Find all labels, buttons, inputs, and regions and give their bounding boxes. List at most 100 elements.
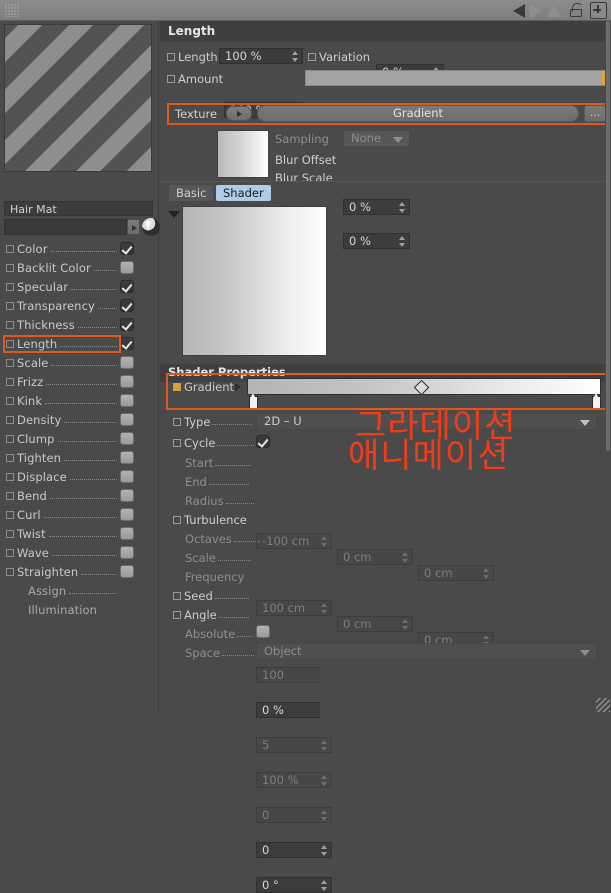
channel-checkbox[interactable] (120, 299, 134, 312)
tab-basic[interactable]: Basic (169, 185, 214, 201)
material-name-field[interactable]: Hair Mat (4, 201, 153, 216)
channel-checkbox[interactable] (120, 527, 134, 540)
gradient-knob-start[interactable] (249, 393, 258, 409)
drag-grip-icon[interactable] (5, 4, 19, 17)
absolute-checkbox[interactable] (256, 625, 270, 638)
channel-row-transparency[interactable]: Transparency (0, 296, 159, 315)
channel-anim-marker[interactable] (6, 301, 14, 310)
channel-anim-marker[interactable] (6, 339, 14, 348)
material-preview-thumbnail[interactable] (4, 24, 152, 172)
forward-arrow-icon[interactable] (530, 3, 542, 18)
channel-checkbox[interactable] (120, 413, 134, 426)
material-link-arrow-button[interactable] (127, 219, 140, 235)
variation-anim-marker[interactable] (308, 52, 316, 61)
type-dropdown[interactable]: 2D – U (256, 413, 597, 430)
length-input[interactable]: 100 % (219, 48, 303, 64)
gradient-knob-end[interactable] (592, 393, 601, 409)
channel-row-thickness[interactable]: Thickness (0, 315, 159, 334)
add-button[interactable] (590, 2, 607, 19)
channel-row-curl[interactable]: Curl (0, 505, 159, 524)
channel-row-backlit-color[interactable]: Backlit Color (0, 258, 159, 277)
channel-checkbox[interactable] (120, 337, 134, 350)
channel-anim-marker[interactable] (6, 567, 14, 576)
channel-anim-marker[interactable] (6, 282, 14, 291)
window-resize-grip[interactable] (596, 698, 610, 712)
eyedropper-picker-icon[interactable] (142, 218, 160, 236)
end-x-input[interactable]: 100 cm (256, 600, 332, 616)
angle-input[interactable]: 0 ° (256, 877, 332, 893)
channel-anim-marker[interactable] (6, 377, 14, 386)
sidebar-item-assign[interactable]: Assign (0, 581, 159, 600)
channel-anim-marker[interactable] (6, 358, 14, 367)
channel-checkbox[interactable] (120, 565, 134, 578)
channel-checkbox[interactable] (120, 546, 134, 559)
channel-anim-marker[interactable] (6, 491, 14, 500)
channel-checkbox[interactable] (120, 375, 134, 388)
channel-row-length[interactable]: Length (0, 334, 159, 353)
angle-anim-marker[interactable] (173, 610, 181, 619)
channel-checkbox[interactable] (120, 394, 134, 407)
channel-checkbox[interactable] (120, 470, 134, 483)
channel-anim-marker[interactable] (6, 396, 14, 405)
gradient-anim-marker[interactable] (173, 383, 181, 391)
amount-anim-marker[interactable] (167, 74, 175, 83)
channel-checkbox[interactable] (120, 242, 134, 255)
channel-anim-marker[interactable] (6, 320, 14, 329)
start-y-input[interactable]: 0 cm (337, 549, 413, 565)
channel-row-clump[interactable]: Clump (0, 429, 159, 448)
amount-slider[interactable] (305, 70, 606, 86)
octaves-input[interactable]: 5 (256, 737, 332, 753)
texture-thumbnail[interactable] (217, 130, 269, 178)
start-z-input[interactable]: 0 cm (418, 565, 494, 581)
length-anim-marker[interactable] (167, 52, 175, 61)
seed-input[interactable]: 0 (256, 842, 332, 858)
gradient-expand-icon[interactable] (235, 383, 241, 391)
channel-row-wave[interactable]: Wave (0, 543, 159, 562)
channel-anim-marker[interactable] (6, 510, 14, 519)
channel-anim-marker[interactable] (6, 263, 14, 272)
channel-row-frizz[interactable]: Frizz (0, 372, 159, 391)
start-x-input[interactable]: -100 cm (256, 533, 332, 549)
texture-more-button[interactable]: ... (584, 105, 606, 122)
channel-checkbox[interactable] (120, 280, 134, 293)
channel-checkbox[interactable] (120, 432, 134, 445)
channel-checkbox[interactable] (120, 508, 134, 521)
scrollbar-thumb[interactable] (606, 21, 610, 451)
seed-anim-marker[interactable] (173, 591, 181, 600)
shader-preview[interactable] (182, 206, 327, 356)
texture-field[interactable]: Gradient (257, 105, 579, 122)
channel-checkbox[interactable] (120, 451, 134, 464)
channel-checkbox[interactable] (120, 318, 134, 331)
channel-row-kink[interactable]: Kink (0, 391, 159, 410)
up-arrow-icon[interactable] (547, 4, 561, 17)
channel-row-twist[interactable]: Twist (0, 524, 159, 543)
channel-anim-marker[interactable] (6, 415, 14, 424)
cycle-checkbox[interactable] (256, 435, 270, 448)
channel-row-tighten[interactable]: Tighten (0, 448, 159, 467)
type-anim-marker[interactable] (173, 417, 181, 426)
channel-checkbox[interactable] (120, 489, 134, 502)
blur-scale-input[interactable]: 0 % (343, 233, 410, 249)
channel-row-straighten[interactable]: Straighten (0, 562, 159, 581)
texture-arrow-button[interactable] (226, 106, 252, 121)
tab-shader[interactable]: Shader (216, 185, 271, 201)
channel-checkbox[interactable] (120, 261, 134, 274)
channel-checkbox[interactable] (120, 356, 134, 369)
material-link-field[interactable] (4, 219, 127, 235)
blur-scale-stepper[interactable] (399, 236, 406, 247)
channel-row-bend[interactable]: Bend (0, 486, 159, 505)
channel-anim-marker[interactable] (6, 434, 14, 443)
vertical-scrollbar[interactable] (605, 21, 611, 641)
space-dropdown[interactable]: Object (256, 643, 597, 660)
blur-offset-stepper[interactable] (399, 202, 406, 213)
channel-row-color[interactable]: Color (0, 239, 159, 258)
channel-anim-marker[interactable] (6, 529, 14, 538)
channel-anim-marker[interactable] (6, 453, 14, 462)
channel-anim-marker[interactable] (6, 472, 14, 481)
shader-disclosure-icon[interactable] (168, 211, 180, 218)
back-arrow-icon[interactable] (513, 3, 525, 18)
cycle-anim-marker[interactable] (173, 438, 181, 447)
scale-input[interactable]: 100 % (256, 772, 332, 788)
sidebar-item-illumination[interactable]: Illumination (0, 600, 159, 619)
sampling-dropdown[interactable]: None (343, 130, 410, 147)
